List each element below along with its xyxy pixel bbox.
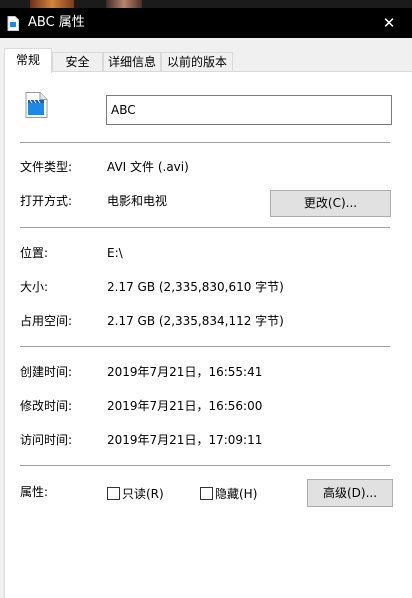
modified-label: 修改时间: xyxy=(20,399,73,413)
tab-security[interactable]: 安全 xyxy=(52,52,103,71)
size-on-disk-label: 占用空间: xyxy=(20,314,73,328)
document-icon xyxy=(7,16,19,31)
title-bar[interactable]: ABC 属性 ✕ xyxy=(0,8,412,38)
change-button[interactable]: 更改(C)... xyxy=(270,190,391,217)
location-value: E:\ xyxy=(107,246,123,260)
file-type-label: 文件类型: xyxy=(20,160,73,174)
size-value: 2.17 GB (2,335,830,610 字节) xyxy=(107,280,284,294)
location-label: 位置: xyxy=(20,246,49,260)
hidden-checkbox-label[interactable]: 隐藏(H) xyxy=(215,486,257,502)
tab-details[interactable]: 详细信息 xyxy=(103,52,161,71)
accessed-label: 访问时间: xyxy=(20,433,73,447)
divider xyxy=(20,465,390,466)
general-panel xyxy=(4,72,412,598)
advanced-button[interactable]: 高级(D)... xyxy=(307,479,393,507)
size-label: 大小: xyxy=(20,280,49,294)
divider xyxy=(20,142,390,143)
video-file-icon xyxy=(25,92,48,118)
opens-with-label: 打开方式: xyxy=(20,194,73,208)
size-on-disk-value: 2.17 GB (2,335,834,112 字节) xyxy=(107,314,284,328)
opens-with-value: 电影和电视 xyxy=(107,194,168,208)
tab-previous-versions[interactable]: 以前的版本 xyxy=(161,52,233,71)
thumbnail-preview xyxy=(30,0,74,8)
attributes-label: 属性: xyxy=(20,485,49,499)
hidden-checkbox[interactable] xyxy=(200,487,213,500)
readonly-checkbox[interactable] xyxy=(107,487,120,500)
divider xyxy=(20,346,390,347)
tab-bar: 常规 安全 详细信息 以前的版本 xyxy=(0,38,412,73)
created-value: 2019年7月21日，16:55:41 xyxy=(107,365,263,379)
file-type-value: AVI 文件 (.avi) xyxy=(107,160,189,174)
file-name-field[interactable]: ABC xyxy=(106,95,392,125)
divider xyxy=(20,227,390,228)
window-title: ABC 属性 xyxy=(28,15,85,30)
readonly-checkbox-label[interactable]: 只读(R) xyxy=(122,486,164,502)
close-button[interactable]: ✕ xyxy=(366,8,412,38)
tab-general[interactable]: 常规 xyxy=(4,48,52,73)
thumbnail-preview xyxy=(106,0,142,8)
background-strip xyxy=(0,0,412,8)
created-label: 创建时间: xyxy=(20,365,73,379)
accessed-value: 2019年7月21日，17:09:11 xyxy=(107,433,263,447)
modified-value: 2019年7月21日，16:56:00 xyxy=(107,399,263,413)
